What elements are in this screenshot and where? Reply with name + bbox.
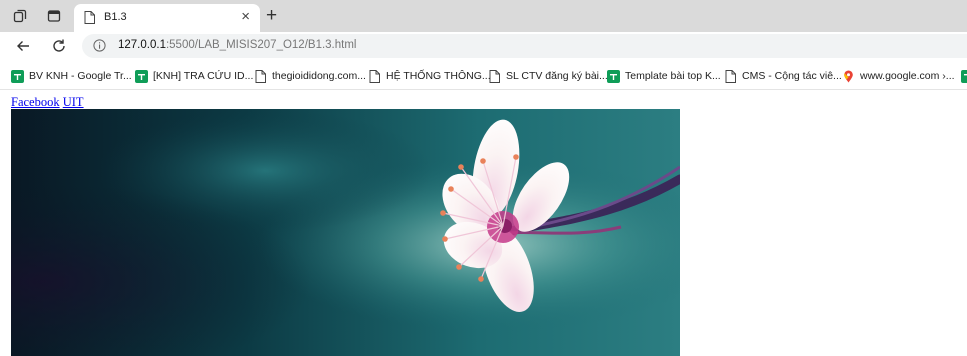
maps-pin-icon [842, 70, 855, 83]
navigation-bar: 127.0.0.1:5500/LAB_MISIS207_O12/B1.3.htm… [0, 32, 967, 60]
sheets-icon [607, 69, 620, 83]
page-icon [724, 69, 737, 83]
bookmark-item[interactable]: BV KNH - Google Tr... [11, 68, 132, 84]
sheets-icon [11, 69, 24, 83]
bookmarks-bar: BV KNH - Google Tr... [KNH] TRA CỨU ID..… [0, 60, 967, 90]
back-arrow-icon[interactable] [14, 37, 32, 55]
tab-title: B1.3 [104, 11, 127, 23]
bookmark-label: SL CTV đăng ký bài... [506, 70, 608, 82]
bookmark-item[interactable]: www.google.com ›... [842, 68, 955, 84]
bookmark-item[interactable]: [KNH] TRA CỨU ID... [135, 68, 253, 84]
url-text[interactable]: 127.0.0.1:5500/LAB_MISIS207_O12/B1.3.htm… [118, 39, 356, 51]
tab-actions-icon[interactable] [47, 9, 61, 23]
bookmark-item[interactable]: Template bài top K... [607, 68, 721, 84]
page-icon [488, 69, 501, 83]
page-icon [254, 69, 267, 83]
close-tab-icon[interactable]: × [241, 9, 250, 25]
facebook-link[interactable]: Facebook [11, 95, 60, 109]
info-icon[interactable] [93, 39, 106, 52]
flower-image [11, 109, 680, 356]
bookmark-item[interactable]: thegioididong.com... [254, 68, 366, 84]
link-row: Facebook UIT [11, 95, 84, 110]
sheets-icon [135, 69, 148, 83]
url-host: 127.0.0.1 [118, 39, 166, 51]
page-content: Facebook UIT [0, 91, 967, 356]
sheets-icon [961, 69, 967, 83]
bookmark-item[interactable]: SL CTV đăng ký bài... [488, 68, 608, 84]
tab-strip: B1.3 × + [0, 0, 967, 32]
tab-b1-3[interactable]: B1.3 × [74, 4, 260, 32]
bookmark-label: Template bài top K... [625, 70, 721, 82]
uit-link[interactable]: UIT [63, 95, 84, 109]
page-icon [368, 69, 381, 83]
workspaces-icon[interactable] [13, 9, 27, 23]
bookmark-label: www.google.com ›... [860, 70, 955, 82]
url-path: :5500/LAB_MISIS207_O12/B1.3.html [165, 39, 357, 51]
bookmark-item[interactable]: HỆ THỐNG THÔNG... [368, 68, 491, 84]
new-tab-button[interactable]: + [266, 6, 277, 25]
bookmark-item[interactable] [961, 68, 967, 84]
page-icon [84, 11, 95, 24]
reload-icon[interactable] [50, 37, 68, 55]
bookmark-label: [KNH] TRA CỨU ID... [153, 70, 254, 82]
bookmark-label: thegioididong.com... [272, 70, 366, 82]
bookmark-label: CMS - Cộng tác viê... [742, 70, 842, 82]
bookmark-item[interactable]: CMS - Cộng tác viê... [724, 68, 842, 84]
bookmark-label: BV KNH - Google Tr... [29, 70, 132, 82]
address-bar[interactable]: 127.0.0.1:5500/LAB_MISIS207_O12/B1.3.htm… [82, 34, 967, 58]
bookmark-label: HỆ THỐNG THÔNG... [386, 70, 491, 82]
